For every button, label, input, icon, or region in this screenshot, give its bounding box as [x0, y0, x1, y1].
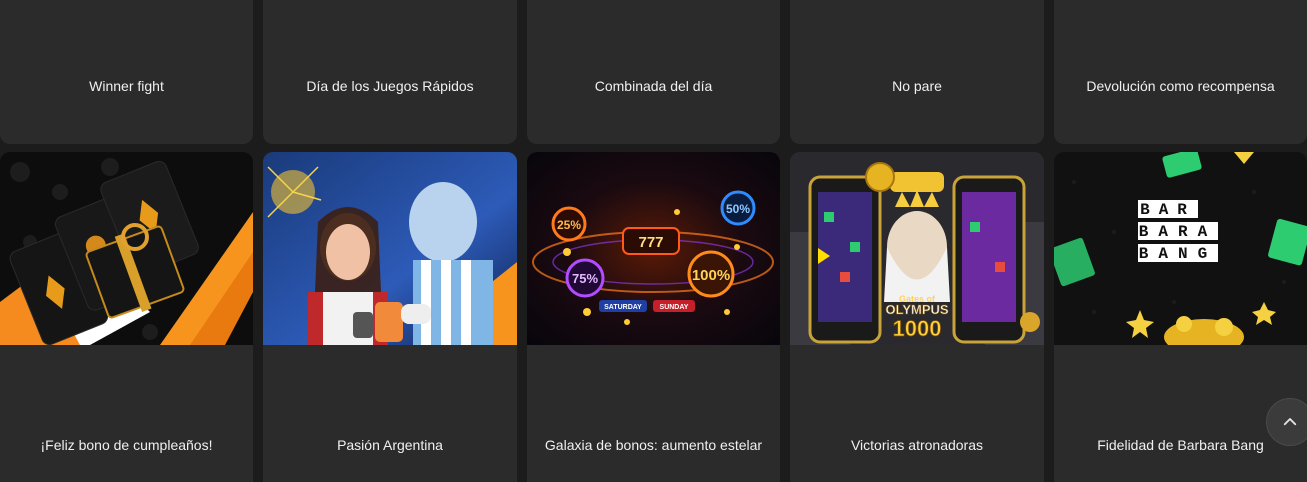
promo-card-title: ¡Feliz bono de cumpleaños!: [40, 437, 213, 453]
svg-text:BARA: BARA: [1139, 223, 1217, 241]
birthday-gift-icon: [0, 152, 253, 345]
promo-card-combinada-del-dia[interactable]: Combinada del día: [527, 0, 780, 144]
promo-card-feliz-cumpleanos[interactable]: ¡Feliz bono de cumpleaños!: [0, 152, 253, 482]
promo-card-title: No pare: [892, 78, 942, 94]
gates-of-olympus-icon: Gates of OLYMPUS 1000: [790, 152, 1044, 345]
svg-text:50%: 50%: [726, 202, 750, 216]
promo-card-dia-juegos-rapidos[interactable]: Día de los Juegos Rápidos: [263, 0, 517, 144]
promo-card-devolucion[interactable]: Devolución como recompensa: [1054, 0, 1307, 144]
promo-card-galaxia-bonos[interactable]: 25% 50% 75% 100% 777 SATURDAY SUNDAY Gal…: [527, 152, 780, 482]
barbara-bang-logo: BAR BARA BANG: [1054, 152, 1307, 345]
promo-card-title: Devolución como recompensa: [1086, 78, 1275, 94]
promotions-grid: Winner fight Día de los Juegos Rápidos C…: [0, 0, 1307, 482]
promo-card-title: Winner fight: [89, 78, 164, 94]
promo-card-title: Galaxia de bonos: aumento estelar: [544, 437, 763, 453]
promo-card-title: Fidelidad de Barbara Bang: [1097, 437, 1264, 453]
bonus-galaxy-icon: 25% 50% 75% 100% 777 SATURDAY SUNDAY: [527, 152, 780, 345]
svg-text:777: 777: [638, 234, 663, 251]
promo-card-title: Victorias atronadoras: [850, 437, 984, 453]
promo-card-title: Pasión Argentina: [337, 437, 443, 453]
svg-text:100%: 100%: [692, 267, 730, 284]
promo-card-no-pare[interactable]: No pare: [790, 0, 1044, 144]
svg-text:1000: 1000: [893, 316, 942, 341]
promo-card-pasion-argentina[interactable]: Pasión Argentina: [263, 152, 517, 482]
promo-card-title: Día de los Juegos Rápidos: [306, 78, 474, 94]
promo-card-title: Combinada del día: [594, 78, 713, 94]
promo-card-victorias-atronadoras[interactable]: Gates of OLYMPUS 1000 Victorias atronado…: [790, 152, 1044, 482]
argentina-fans-icon: [263, 152, 517, 345]
promo-card-winner-fight[interactable]: Winner fight: [0, 0, 253, 144]
svg-text:OLYMPUS: OLYMPUS: [885, 302, 948, 317]
svg-text:75%: 75%: [572, 271, 598, 286]
svg-text:SATURDAY: SATURDAY: [604, 304, 642, 311]
svg-text:SUNDAY: SUNDAY: [660, 304, 689, 311]
svg-text:25%: 25%: [557, 218, 581, 232]
badge-25: 25%: [551, 206, 587, 242]
chevron-up-icon: [1283, 418, 1297, 426]
svg-text:BANG: BANG: [1139, 245, 1217, 263]
svg-text:BAR: BAR: [1140, 201, 1196, 219]
scroll-to-top-button[interactable]: [1266, 398, 1307, 446]
